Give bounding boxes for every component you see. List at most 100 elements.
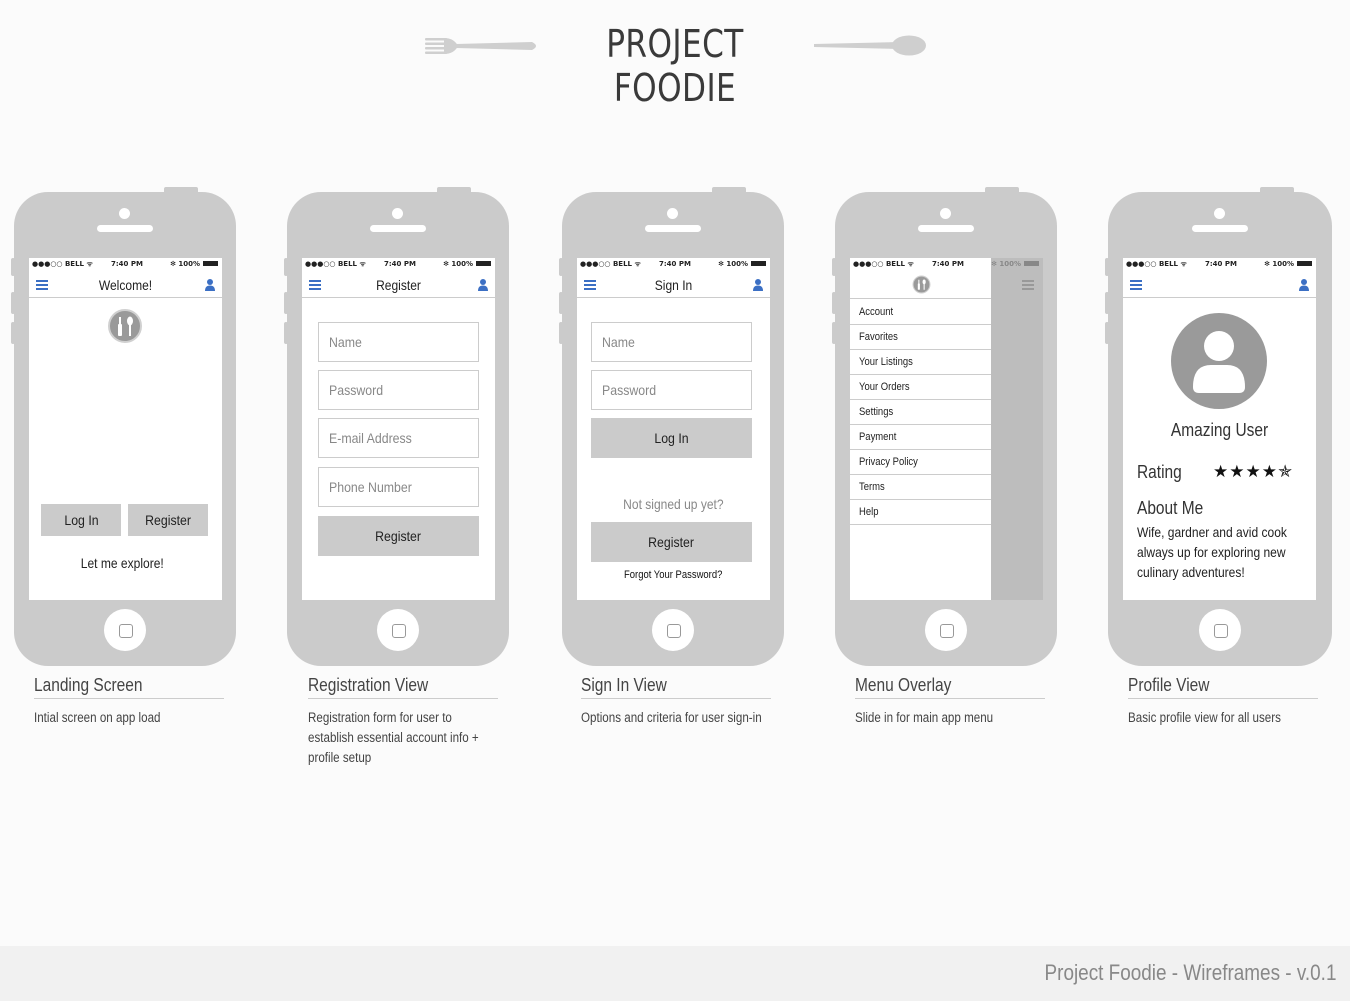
logo-icon [108, 309, 142, 343]
status-carrier: ●●●○○ BELL ᯤ [580, 260, 641, 268]
caption-title: Profile View [1128, 675, 1210, 695]
status-time: 7:40 PM [932, 260, 964, 268]
menu-item-label: Your Listings [859, 356, 913, 368]
battery-icon [751, 261, 766, 266]
caption-registration: Registration View Registration form for … [308, 675, 498, 768]
menu-item-help[interactable]: Help [850, 500, 991, 525]
menu-list: Account Favorites Your Listings Your Ord… [850, 300, 991, 525]
name-placeholder: Name [602, 334, 635, 350]
user-icon[interactable] [1299, 279, 1309, 291]
phone-field[interactable]: Phone Number [318, 467, 479, 507]
mute-switch [11, 258, 15, 276]
forgot-password-label: Forgot Your Password? [624, 569, 723, 581]
volume-up-button [1105, 292, 1109, 314]
caption-desc: Slide in for main app menu [855, 710, 994, 725]
register-button[interactable]: Register [591, 522, 752, 562]
volume-down-button [11, 322, 15, 344]
status-time: 7:40 PM [111, 260, 143, 268]
camera [119, 208, 130, 219]
camera [940, 208, 951, 219]
volume-down-button [284, 322, 288, 344]
user-name-text: Amazing User [1170, 420, 1269, 440]
menu-item-label: Privacy Policy [859, 456, 918, 468]
menu-item-label: Account [859, 306, 894, 318]
speaker [918, 225, 974, 232]
nav-bar: Sign In [577, 272, 770, 298]
power-button [712, 187, 746, 193]
status-carrier: ●●●○○ BELL ᯤ [305, 260, 366, 268]
caption-desc: Basic profile view for all users [1128, 710, 1281, 725]
menu-item-privacy-policy[interactable]: Privacy Policy [850, 450, 991, 475]
email-field[interactable]: E-mail Address [318, 418, 479, 458]
phone-landing: ●●●○○ BELL ᯤ 7:40 PM ✻ 100% Welcome! Log… [11, 187, 236, 666]
mute-switch [559, 258, 563, 276]
not-signed-up-text: Not signed up yet? [577, 496, 770, 512]
hamburger-menu-icon[interactable] [1130, 280, 1142, 290]
battery-icon [1297, 261, 1312, 266]
home-button [925, 609, 967, 651]
phone-profile: ●●●○○ BELL ᯤ 7:40 PM ✻ 100% Amazing User… [1105, 187, 1332, 666]
register-submit-button[interactable]: Register [318, 516, 479, 556]
caption-title: Landing Screen [34, 675, 143, 695]
status-bar: ●●●○○ BELL ᯤ 7:40 PM ✻ 100% [29, 258, 222, 270]
status-time: 7:40 PM [659, 260, 691, 268]
password-placeholder: Password [602, 382, 657, 398]
menu-item-label: Settings [859, 406, 894, 418]
caption-title: Sign In View [581, 675, 667, 695]
volume-up-button [832, 292, 836, 314]
phone-placeholder: Phone Number [329, 479, 412, 495]
login-button[interactable]: Log In [41, 504, 121, 536]
menu-item-label: Help [859, 506, 879, 518]
name-field[interactable]: Name [591, 322, 752, 362]
status-battery: ✻ 100% [1264, 260, 1294, 268]
camera [1214, 208, 1225, 219]
password-field[interactable]: Password [318, 370, 479, 410]
screen-menu: ●●●○○ BELL ᯤ 7:40 PM ✻ 100% Account Favo… [850, 258, 1043, 600]
register-button[interactable]: Register [128, 504, 208, 536]
menu-item-label: Terms [859, 481, 885, 493]
battery-icon [476, 261, 491, 266]
menu-item-settings[interactable]: Settings [850, 400, 991, 425]
hamburger-menu-icon[interactable] [1022, 280, 1034, 290]
email-placeholder: E-mail Address [329, 430, 412, 446]
footer: Project Foodie - Wireframes - v.0.1 [0, 946, 1350, 1001]
menu-item-payment[interactable]: Payment [850, 425, 991, 450]
nav-title: Sign In [654, 277, 693, 293]
rating-label-text: Rating [1137, 462, 1182, 482]
explore-link[interactable]: Let me explore! [29, 555, 215, 571]
user-icon[interactable] [753, 279, 763, 291]
status-time: 7:40 PM [1205, 260, 1237, 268]
volume-up-button [11, 292, 15, 314]
screen-registration: ●●●○○ BELL ᯤ 7:40 PM ✻ 100% Register Nam… [302, 258, 495, 600]
explore-label: Let me explore! [80, 555, 164, 571]
password-placeholder: Password [329, 382, 384, 398]
menu-item-your-orders[interactable]: Your Orders [850, 375, 991, 400]
password-field[interactable]: Password [591, 370, 752, 410]
speaker [97, 225, 153, 232]
avatar [1171, 313, 1267, 409]
status-bar: ●●●○○ BELL ᯤ 7:40 PM ✻ 100% [302, 258, 495, 270]
speaker [370, 225, 426, 232]
name-field[interactable]: Name [318, 322, 479, 362]
login-button[interactable]: Log In [591, 418, 752, 458]
menu-item-terms[interactable]: Terms [850, 475, 991, 500]
forgot-password-link[interactable]: Forgot Your Password? [577, 569, 770, 581]
overlay-shade[interactable] [991, 258, 1043, 600]
home-button [377, 609, 419, 651]
speaker [645, 225, 701, 232]
volume-down-button [1105, 322, 1109, 344]
register-label: Register [145, 512, 191, 528]
user-icon[interactable] [478, 279, 488, 291]
menu-item-account[interactable]: Account [850, 300, 991, 325]
menu-item-your-listings[interactable]: Your Listings [850, 350, 991, 375]
user-icon[interactable] [205, 279, 215, 291]
rating-stars: ★★★★✯ [1213, 462, 1294, 481]
battery-icon [203, 261, 218, 266]
nav-bar: Welcome! [29, 272, 222, 298]
menu-item-favorites[interactable]: Favorites [850, 325, 991, 350]
phone-signin: ●●●○○ BELL ᯤ 7:40 PM ✻ 100% Sign In Name… [559, 187, 784, 666]
caption-landing: Landing Screen Intial screen on app load [34, 675, 224, 728]
power-button [1260, 187, 1294, 193]
logo-icon [912, 275, 931, 294]
mute-switch [284, 258, 288, 276]
